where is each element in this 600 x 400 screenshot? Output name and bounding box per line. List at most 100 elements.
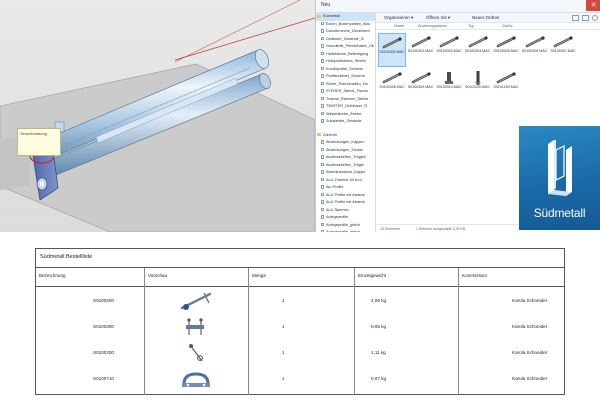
file-item[interactable]: S0100304.MAC (464, 33, 492, 67)
sidebar-item[interactable]: ALU Profile mit Abdeck (316, 192, 375, 200)
sidebar-item[interactable]: TWISTER_Drehbarer_R (316, 103, 375, 111)
header-weight: Einzelgewicht (358, 273, 387, 278)
commission-name: Karola Schneider (512, 350, 548, 355)
table-row: S0100300 1 1,11 kg Karola Schneider (36, 341, 564, 365)
file-name: S0100300.MAC (379, 50, 405, 54)
cad-viewport[interactable]: Verschraubung (0, 0, 315, 232)
file-item[interactable]: S0100308.MAC (378, 69, 406, 103)
sidebar-item-label: Haltebleche_Befestigung (326, 51, 369, 56)
cad-file-thumbnail-icon (492, 71, 520, 85)
sidebar-folder[interactable]: Sudmetall (316, 13, 375, 21)
file-item[interactable]: S0100307.MAC (549, 33, 577, 67)
order-list-table: Südmetall Bestellliste Bezeichnung Vorsc… (35, 248, 565, 395)
open-with-button[interactable]: Öffnen mit ▾ (426, 15, 450, 21)
column-header-size[interactable]: Größe (502, 24, 513, 28)
article-number: S0100300 (93, 350, 114, 355)
sidebar-item-label: ALU Rahmen (326, 207, 349, 212)
sidebar-item-label: Geländer_Gewinde_N (326, 36, 364, 41)
unit-weight: 1,11 kg (371, 350, 386, 355)
sidebar-item[interactable]: Anlegeprofile_gleich (316, 222, 375, 230)
file-item[interactable]: S0100303.MAC (435, 33, 463, 67)
sidebar-item[interactable]: Durchbrueche_Deckblech (316, 28, 375, 36)
document-icon (321, 200, 324, 204)
sidebar-item[interactable]: Anlegeprofile_gleich (316, 229, 375, 232)
close-button[interactable]: ✕ (586, 0, 600, 11)
document-icon (321, 119, 324, 123)
table-row: S0100710 1 0,67 kg Karola Schneider (36, 367, 564, 391)
header-article: Bezeichnung (39, 273, 66, 278)
sidebar-item-label: Zubehör (323, 132, 338, 137)
breadcrumb[interactable]: Neu (321, 2, 330, 8)
cad-tooltip-text: Verschraubung (20, 131, 47, 136)
file-item[interactable]: S0101100.MAC (464, 69, 492, 103)
header-comment: Kommission (462, 273, 488, 278)
threaded-hook-icon (176, 342, 216, 365)
sidebar-item-label: Kombiprofile_Schiene (326, 66, 363, 71)
preview-pane-icon[interactable] (582, 15, 589, 21)
table-row: S0100300 1 0,65 kg Karola Schneider (36, 315, 564, 339)
sidebar-item[interactable]: ALU Zubehör für ALU (316, 177, 375, 185)
sidebar-item[interactable]: Abdeckstreifen_Tragteil (316, 154, 375, 162)
sidebar-item-label: ALU Zubehör für ALU (326, 177, 363, 182)
document-icon (321, 147, 324, 152)
commission-name: Karola Schneider (512, 324, 548, 329)
sidebar-item[interactable]: Profilschieber_Schiene (316, 73, 375, 81)
sidebar-item[interactable]: Traeme_Rahmen_Steher (316, 96, 375, 104)
new-folder-button[interactable]: Neuer Ordner (472, 15, 500, 20)
document-icon (321, 215, 324, 219)
sidebar-item[interactable]: Ecken_Bodenplatten_Bau (316, 21, 375, 29)
document-icon (321, 222, 324, 227)
double-bolt-icon (176, 316, 216, 339)
quantity-value: 1 (282, 376, 285, 381)
sidebar-item[interactable]: Abdeckungen_Kappen (316, 139, 375, 147)
document-icon (321, 177, 324, 182)
help-icon[interactable] (592, 15, 598, 21)
article-number: S0100300 (93, 298, 114, 303)
column-header-date[interactable]: Änderungsdatum (418, 24, 447, 28)
column-headers: Name Änderungsdatum Typ Größe (376, 23, 600, 30)
commission-name: Karola Schneider (512, 376, 548, 381)
sidebar-item[interactable]: Abschlussstück_Kappe (316, 169, 375, 177)
sidebar-item[interactable]: Hohlprofilstrebe_Strebe (316, 58, 375, 66)
document-icon (321, 66, 324, 71)
file-item[interactable]: S0100305.MAC (492, 33, 520, 67)
cad-model-render (0, 0, 315, 232)
organize-button[interactable]: Organisieren ▾ (384, 15, 413, 21)
sidebar-item[interactable]: STEHER_Steher_Flachs (316, 88, 375, 96)
sidebar-item[interactable]: Zusatzteile_Gewinde (316, 118, 375, 126)
address-bar[interactable]: Neu ✕ (316, 0, 600, 13)
sidebar-item[interactable]: ALU Profile mit Abdeck (316, 199, 375, 207)
file-item[interactable]: S0100300.MAC (378, 33, 406, 67)
sidebar-item[interactable]: Rohre_Rohrschellen_Ha (316, 81, 375, 89)
cad-file-thumbnail-icon (435, 35, 463, 49)
cad-file-thumbnail-icon (407, 35, 435, 49)
sidebar-item[interactable]: Geländer_Gewinde_N (316, 36, 375, 44)
column-header-type[interactable]: Typ (468, 24, 474, 28)
file-item[interactable]: S0100302.MAC (407, 33, 435, 67)
column-header-name[interactable]: Name (394, 24, 404, 28)
brand-name: Südmetall (533, 206, 586, 220)
file-name: S0100306.MAC (521, 49, 548, 53)
file-item[interactable]: S0100306.MAC (521, 33, 549, 67)
sidebar-item[interactable]: Haltebleche_Befestigung (316, 51, 375, 59)
document-icon (321, 111, 324, 116)
sidebar-item[interactable]: Winkelstrebe_Strebe (316, 111, 375, 119)
file-item[interactable]: S0100310.MAC (435, 69, 463, 103)
sidebar-item[interactable]: Abdeckstreifen_Trägel (316, 162, 375, 170)
file-item[interactable]: S0100309.MAC (407, 69, 435, 103)
document-icon (321, 36, 324, 41)
sidebar-item[interactable]: Anlegeprofile (316, 214, 375, 222)
sidebar-item[interactable]: Abdeckungen_Sockel (316, 147, 375, 155)
cad-tooltip: Verschraubung (17, 128, 61, 156)
sidebar-item[interactable]: Alu Profile (316, 184, 375, 192)
sidebar-item-label: Rohre_Rohrschellen_Ha (326, 81, 368, 86)
file-item[interactable]: S0101200.MAC (492, 69, 520, 103)
sidebar-item[interactable]: Grundteile_Pendelhalter_Hk (316, 43, 375, 51)
sidebar-item[interactable]: ALU Rahmen (316, 207, 375, 215)
sidebar-folder[interactable]: Zubehör (316, 132, 375, 140)
view-options-icon[interactable] (572, 15, 579, 21)
sidebar-item[interactable]: Kombiprofile_Schiene (316, 66, 375, 74)
status-selection: 1 Element ausgewählt 3,29 KB (416, 226, 466, 231)
sidebar-item-label: Alu Profile (326, 185, 344, 189)
navigation-pane[interactable]: Sudmetall Ecken_Bodenplatten_Bau Durchbrue… (316, 13, 376, 232)
